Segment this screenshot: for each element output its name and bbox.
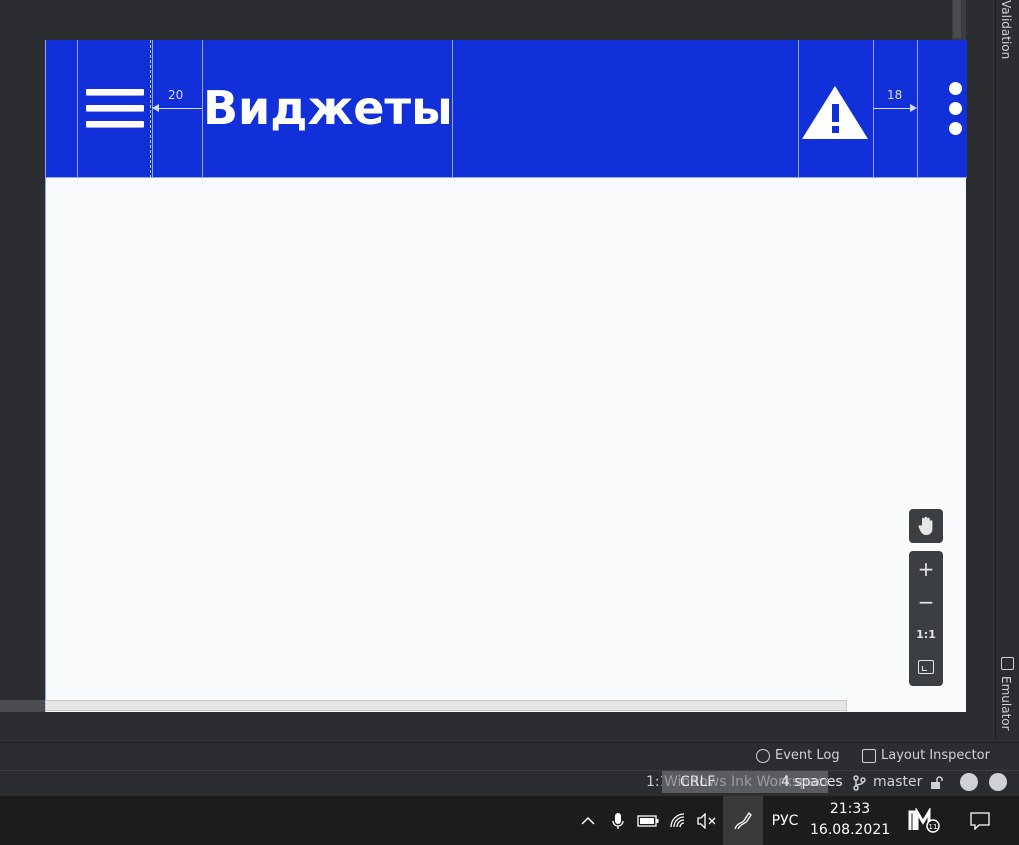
guide-line [77,40,78,178]
wifi-icon [670,812,685,827]
action-center-button[interactable] [962,796,998,845]
right-tool-strip [995,0,1019,740]
measure-line [873,108,911,109]
pen-workspace-button[interactable] [723,796,763,845]
indent-setting[interactable]: 4 spaces [781,774,843,790]
left-panel-edge [0,700,45,712]
speaker-muted-icon [697,812,716,829]
guide-line [150,40,151,178]
app-tray-icon: 11 [908,807,940,833]
emulator-icon [1001,657,1014,670]
app-notification-button[interactable]: 11 [902,796,946,845]
language-indicator[interactable]: РУС [766,796,804,845]
microphone-button[interactable] [606,796,630,845]
layout-inspector-label: Layout Inspector [881,748,990,763]
measure-arrow-right-icon [910,104,917,112]
zoom-to-fit-button[interactable] [909,652,943,682]
more-vert-icon[interactable] [947,82,963,136]
editor-right-gutter [966,0,995,712]
layout-preview-canvas[interactable]: 20 Виджеты 18 [45,40,967,712]
event-log-icon [756,748,770,763]
zoom-out-button[interactable]: − [909,587,943,617]
pan-button[interactable] [909,509,943,543]
status-bar [0,770,1019,796]
editor-top-gutter [0,0,952,40]
git-branch-icon [853,775,866,791]
measure-line [158,108,202,109]
guide-line [873,40,874,178]
show-hidden-icons-button[interactable] [576,796,600,845]
zoom-in-button[interactable]: + [909,554,943,584]
git-branch[interactable]: master [873,774,922,790]
svg-text:11: 11 [929,823,938,831]
fit-screen-icon [918,660,934,674]
zoom-panel: + − 1:1 [909,551,943,686]
menu-icon[interactable] [86,89,144,129]
event-log-label: Event Log [775,748,840,763]
notifications-icon [970,811,990,830]
validation-tab[interactable]: Validation [999,0,1013,59]
app-bar[interactable]: 20 Виджеты 18 [46,40,967,178]
feedback-sad-icon[interactable] [989,773,1007,791]
pen-icon [734,811,752,829]
layout-inspector-button[interactable]: Layout Inspector [862,748,990,763]
editor-bottom-area [0,712,995,742]
battery-button[interactable] [635,796,661,845]
microphone-icon [612,812,624,829]
vertical-scrollbar-top [953,0,961,38]
app-bar-title: Виджеты [203,81,453,135]
battery-icon [637,814,659,827]
network-button[interactable] [666,796,692,845]
layout-inspector-icon [862,748,876,763]
taskbar-clock[interactable]: 21:33 16.08.2021 [810,799,890,841]
feedback-happy-icon[interactable] [960,773,978,791]
left-spacing-label: 20 [168,88,184,102]
unlock-icon[interactable] [930,776,944,790]
hand-icon [918,516,933,535]
chevron-up-icon [581,816,595,825]
volume-button[interactable] [694,796,720,845]
warning-icon[interactable] [800,82,870,142]
right-spacing-label: 18 [887,88,903,102]
horizontal-scrollbar[interactable] [45,700,847,711]
ide-window: Validation Emulator 20 Виджеты 18 + − 1:… [0,0,1019,845]
line-separator[interactable]: CRLF [680,774,715,790]
guide-line [798,40,799,178]
clock-date: 16.08.2021 [810,822,891,838]
guide-line [917,40,918,178]
event-log-button[interactable]: Event Log [756,748,840,763]
clock-time: 21:33 [829,801,871,817]
emulator-tab[interactable]: Emulator [999,676,1013,731]
actual-size-button[interactable]: 1:1 [909,619,943,649]
